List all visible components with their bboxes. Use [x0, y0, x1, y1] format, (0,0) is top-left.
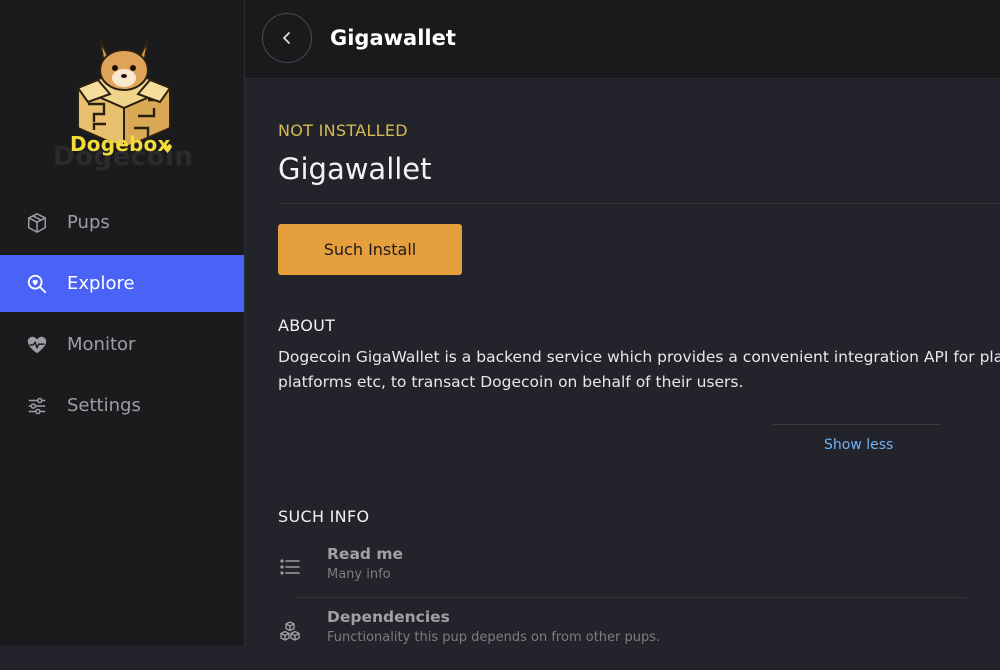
heart-icon: ♥: [162, 142, 173, 156]
chevron-left-icon: [282, 32, 290, 44]
back-button[interactable]: [262, 13, 312, 63]
divider: [278, 203, 1000, 204]
sidebar-item-pups[interactable]: Pups: [0, 194, 244, 251]
info-item-dependencies[interactable]: Dependencies Functionality this pup depe…: [278, 608, 1000, 670]
heart-pulse-icon: [27, 336, 47, 353]
about-line-1: Dogecoin GigaWallet is a backend service…: [278, 348, 1000, 366]
sidebar-item-monitor[interactable]: Monitor: [0, 316, 244, 373]
sidebar-item-explore[interactable]: Explore: [0, 255, 244, 312]
sidebar-item-label: Explore: [67, 273, 135, 294]
pup-detail: NOT INSTALLED Gigawallet Such Install AB…: [245, 79, 1000, 646]
sidebar: Dogecoin Dogebox ♥ Pups Explore Monitor …: [0, 0, 245, 646]
page-title: Gigawallet: [330, 26, 456, 50]
divider: [294, 597, 967, 598]
about-heading: ABOUT: [278, 316, 336, 335]
box-icon: [28, 212, 46, 233]
sidebar-item-label: Monitor: [67, 334, 136, 355]
info-item-title: Dependencies: [327, 608, 450, 626]
sidebar-item-label: Pups: [67, 212, 110, 233]
about-description: Dogecoin GigaWallet is a backend service…: [278, 345, 1000, 395]
cubes-icon: [280, 621, 300, 641]
sidebar-item-settings[interactable]: Settings: [0, 377, 244, 434]
info-heading: SUCH INFO: [278, 507, 370, 526]
info-item-subtitle: Functionality this pup depends on from o…: [327, 630, 661, 645]
pup-name: Gigawallet: [278, 152, 432, 186]
list-icon: [280, 559, 300, 575]
sliders-icon: [28, 397, 46, 414]
install-button[interactable]: Such Install: [278, 224, 462, 275]
top-bar: Gigawallet: [245, 0, 1000, 79]
info-item-title: Read me: [327, 545, 404, 563]
status-badge: NOT INSTALLED: [278, 121, 408, 140]
sidebar-nav: Pups Explore Monitor Settings: [0, 194, 244, 438]
about-line-2: platforms etc, to transact Dogecoin on b…: [278, 373, 744, 391]
show-less-link[interactable]: Show less: [824, 437, 893, 453]
sidebar-item-label: Settings: [67, 395, 141, 416]
info-item-subtitle: Many info: [327, 567, 391, 582]
explore-search-icon: [27, 274, 47, 293]
divider: [773, 424, 941, 425]
brand-name: Dogebox: [70, 132, 171, 156]
